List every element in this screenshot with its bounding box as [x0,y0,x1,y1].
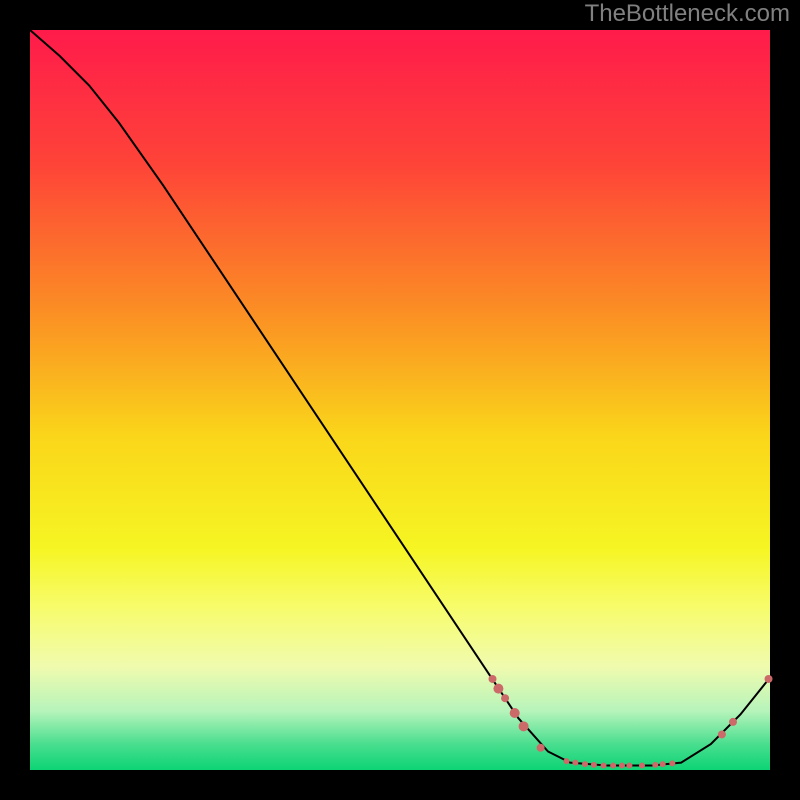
data-point [619,763,625,769]
data-point [572,760,578,766]
data-point [729,718,737,726]
data-point [626,763,632,769]
data-point [669,760,675,766]
data-point [537,744,545,752]
watermark-label: TheBottleneck.com [585,0,790,28]
data-point [493,684,503,694]
data-point [601,763,607,769]
data-point [489,675,497,683]
data-point [718,730,726,738]
data-point [564,758,570,764]
data-point [652,762,658,768]
bottleneck-chart [0,0,800,800]
data-point [591,762,597,768]
data-point [765,675,773,683]
data-point [610,763,616,769]
data-point [510,708,520,718]
data-point [501,694,509,702]
data-point [639,763,645,769]
data-point [660,761,666,767]
data-point [519,721,529,731]
plot-background [30,30,770,770]
data-point [582,761,588,767]
chart-root: TheBottleneck.com [0,0,800,800]
